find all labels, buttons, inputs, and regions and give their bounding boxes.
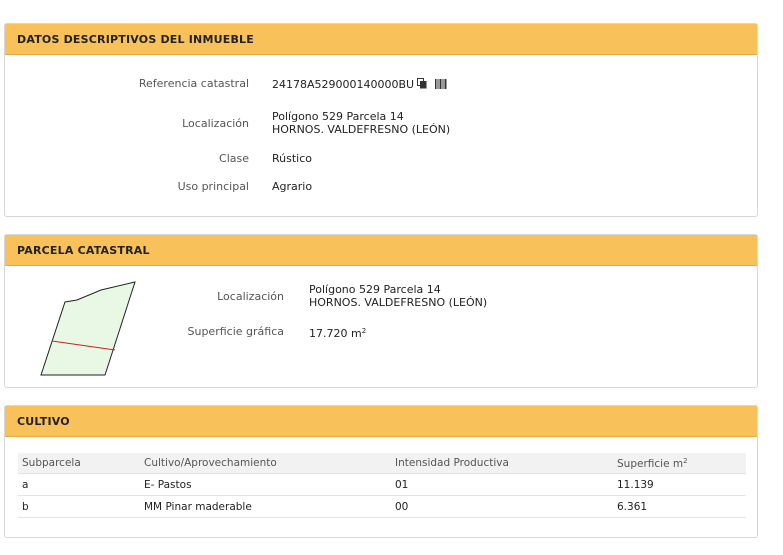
col-superficie-text: Superficie m: [617, 457, 684, 470]
parcel-shape: [40, 281, 136, 376]
referencia-catastral-label: Referencia catastral: [138, 77, 249, 90]
cell-intensidad: 00: [391, 495, 613, 518]
localizacion-label: Localización: [182, 117, 249, 130]
superficie-grafica-exp: 2: [361, 327, 367, 335]
cell-cultivo: E- Pastos: [140, 473, 391, 496]
superficie-grafica-text: 17.720 m: [309, 327, 362, 340]
cell-subparcela: b: [18, 495, 140, 518]
parcela-localizacion-value: Polígono 529 Parcela 14 HORNOS. VALDEFRE…: [309, 283, 487, 309]
parcela-catastral-header: PARCELA CATASTRAL: [5, 235, 757, 266]
col-subparcela: Subparcela: [18, 453, 140, 474]
clase-value: Rústico: [272, 152, 312, 165]
localizacion-line1: Polígono 529 Parcela 14: [272, 110, 404, 123]
localizacion-line2: HORNOS. VALDEFRESNO (LEÓN): [272, 123, 451, 136]
cell-superficie: 11.139: [613, 473, 746, 496]
col-intensidad: Intensidad Productiva: [391, 453, 613, 474]
superficie-grafica-value: 17.720 m2: [309, 325, 366, 340]
col-superficie: Superficie m2: [613, 453, 746, 474]
parcela-localizacion-line2: HORNOS. VALDEFRESNO (LEÓN): [309, 296, 488, 309]
col-cultivo: Cultivo/Aprovechamiento: [140, 453, 391, 474]
parcel-map[interactable]: [39, 280, 143, 378]
parcela-localizacion-line1: Polígono 529 Parcela 14: [309, 283, 441, 296]
parcela-localizacion-label: Localización: [217, 290, 284, 303]
parcela-catastral-panel: PARCELA CATASTRAL Localización Polígono …: [4, 234, 758, 388]
cell-superficie: 6.361: [613, 495, 746, 518]
table-row: a E- Pastos 01 11.139: [18, 473, 746, 496]
col-superficie-exp: 2: [683, 456, 688, 465]
referencia-catastral-value: 24178A529000140000BU: [272, 78, 447, 92]
clase-label: Clase: [219, 152, 249, 165]
table-header-row: Subparcela Cultivo/Aprovechamiento Inten…: [18, 453, 746, 474]
cultivo-panel: CULTIVO Subparcela Cultivo/Aprovechamien…: [4, 405, 758, 538]
cell-subparcela: a: [18, 473, 140, 496]
cell-cultivo: MM Pinar maderable: [140, 495, 391, 518]
cultivo-header: CULTIVO: [5, 406, 757, 437]
datos-descriptivos-header: DATOS DESCRIPTIVOS DEL INMUEBLE: [5, 24, 757, 55]
copy-icon[interactable]: [417, 78, 427, 92]
uso-principal-value: Agrario: [272, 180, 313, 193]
table-row: b MM Pinar maderable 00 6.361: [18, 495, 746, 518]
referencia-catastral-text[interactable]: 24178A529000140000BU: [272, 78, 414, 91]
cell-intensidad: 01: [391, 473, 613, 496]
cultivo-table: Subparcela Cultivo/Aprovechamiento Inten…: [18, 453, 746, 518]
barcode-icon[interactable]: [435, 78, 447, 92]
superficie-grafica-label: Superficie gráfica: [187, 325, 285, 338]
datos-descriptivos-panel: DATOS DESCRIPTIVOS DEL INMUEBLE Referenc…: [4, 23, 758, 217]
localizacion-value: Polígono 529 Parcela 14 HORNOS. VALDEFRE…: [272, 110, 450, 136]
uso-principal-label: Uso principal: [177, 180, 249, 193]
